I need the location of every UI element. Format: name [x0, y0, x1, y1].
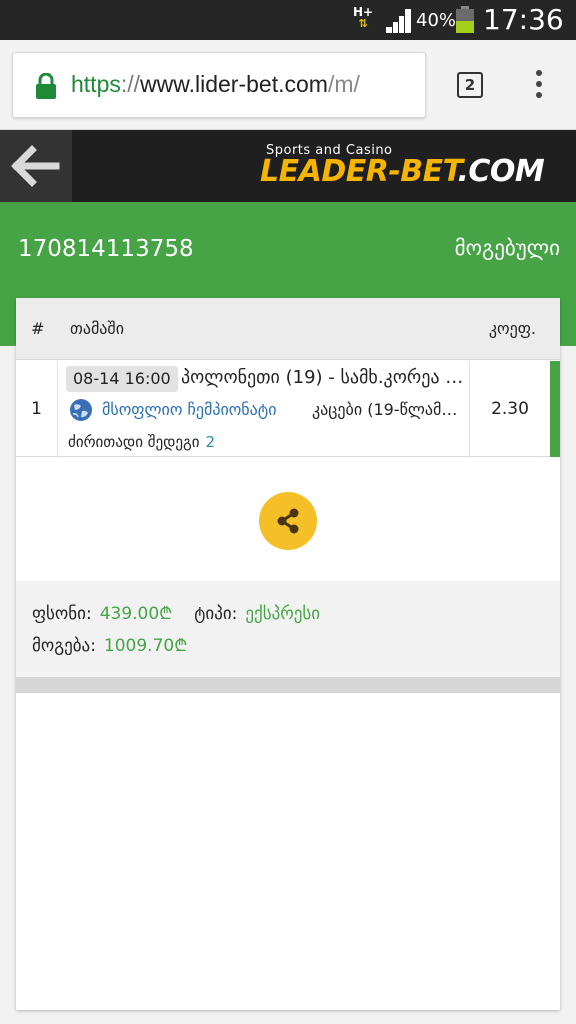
market-line: ძირითადი შედეგი 2	[68, 431, 215, 453]
address-bar[interactable]: https://www.lider-bet.com/m/	[12, 52, 426, 118]
win-value: 1009.70₾	[103, 636, 188, 656]
share-button[interactable]	[259, 492, 317, 550]
logo-tld: .COM	[457, 154, 545, 189]
table-row[interactable]: 1 08-14 16:00 პოლონეთი (19) - სამხ.კორეა…	[16, 361, 560, 457]
row-odds: 2.30	[491, 399, 529, 419]
url-text: https://www.lider-bet.com/m/	[71, 71, 360, 98]
row-number: 1	[16, 361, 58, 457]
header-number: #	[31, 319, 45, 338]
network-indicator: H+ ⇅	[351, 6, 375, 30]
browser-toolbar: https://www.lider-bet.com/m/ 2	[0, 40, 576, 130]
share-icon	[277, 508, 299, 534]
overflow-menu-icon[interactable]	[532, 70, 546, 102]
bet-status: მოგებული	[454, 236, 560, 260]
type-label: ტიპი:	[194, 604, 238, 624]
logo-name: LEADER-BET	[260, 154, 458, 189]
table-header: # თამაში კოეფ.	[16, 298, 560, 360]
site-logo[interactable]: LEADER-BET.COM	[260, 154, 545, 189]
win-label: მოგება:	[32, 636, 96, 656]
event-category: კაცები (19-წლამდე)	[312, 400, 462, 419]
stake-label: ფსონი:	[32, 604, 92, 624]
header-game: თამაში	[70, 319, 124, 338]
win-line: მოგება: 1009.70₾	[32, 633, 187, 656]
url-host: www.lider-bet.com	[140, 71, 328, 97]
stake-value: 439.00₾	[99, 604, 173, 624]
type-value: ექსპრესი	[245, 604, 321, 624]
url-path: /m/	[327, 71, 360, 97]
event-date: 08-14 16:00	[66, 366, 178, 392]
url-scheme: https	[71, 71, 121, 97]
battery-icon	[456, 6, 474, 33]
data-arrows-icon: ⇅	[358, 17, 368, 30]
summary-divider	[16, 677, 560, 693]
back-arrow-icon	[11, 145, 60, 187]
stake-line: ფსონი: 439.00₾ ტიპი: ექსპრესი	[32, 601, 320, 624]
market-label: ძირითადი შედეგი	[68, 433, 200, 451]
status-bar: H+ ⇅ 40% 17:36	[0, 0, 576, 40]
row-game: 08-14 16:00 პოლონეთი (19) - სამხ.კორეა (…	[58, 361, 470, 457]
tab-switcher-button[interactable]: 2	[457, 72, 483, 98]
market-value: 2	[205, 433, 216, 451]
clock: 17:36	[483, 3, 564, 36]
lock-icon	[36, 73, 56, 99]
bet-id: 170814113758	[18, 236, 194, 262]
bet-details-card: # თამაში კოეფ. 1 08-14 16:00 პოლონეთი (1…	[16, 298, 560, 1010]
league-name[interactable]: მსოფლიო ჩემპიონატი	[102, 399, 277, 421]
signal-icon	[386, 9, 411, 33]
header-odds: კოეფ.	[488, 319, 536, 338]
back-button[interactable]	[0, 130, 72, 202]
win-indicator	[550, 361, 560, 457]
url-separator: ://	[120, 71, 141, 97]
bet-summary: ფსონი: 439.00₾ ტიპი: ექსპრესი მოგება: 1009.7…	[16, 581, 560, 677]
world-globe-icon	[70, 399, 92, 421]
match-title: პოლონეთი (19) - სამხ.კორეა (19)	[181, 367, 465, 388]
battery-percent: 40%	[416, 10, 457, 31]
